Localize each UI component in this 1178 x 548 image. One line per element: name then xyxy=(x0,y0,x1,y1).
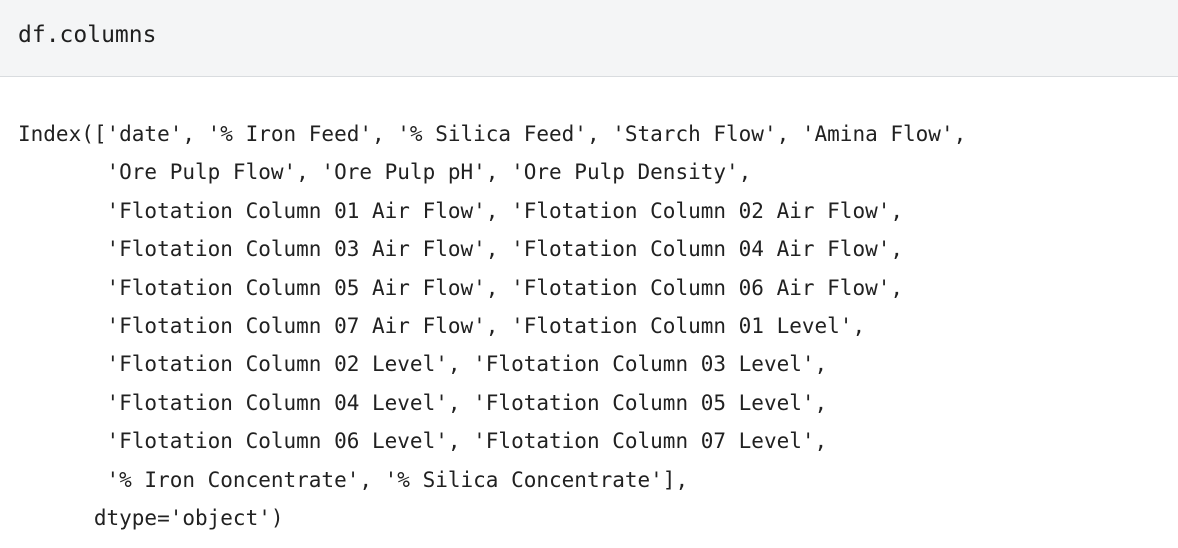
output-line: 'Flotation Column 01 Air Flow', 'Flotati… xyxy=(18,198,904,223)
output-line: Index(['date', '% Iron Feed', '% Silica … xyxy=(18,122,967,146)
output-line: 'Flotation Column 03 Air Flow', 'Flotati… xyxy=(18,237,904,262)
output-line: 'Flotation Column 05 Air Flow', 'Flotati… xyxy=(18,275,904,300)
cell-output-area: Index(['date', '% Iron Feed', '% Silica … xyxy=(0,77,1178,548)
output-line: 'Flotation Column 04 Level', 'Flotation … xyxy=(18,390,828,415)
output-line: 'Flotation Column 07 Air Flow', 'Flotati… xyxy=(18,314,866,339)
output-line: 'Flotation Column 02 Level', 'Flotation … xyxy=(18,352,828,377)
code-input-text[interactable]: df.columns xyxy=(18,20,156,50)
output-line: dtype='object') xyxy=(18,506,284,531)
code-input-cell[interactable]: df.columns xyxy=(0,0,1178,77)
output-line: 'Ore Pulp Flow', 'Ore Pulp pH', 'Ore Pul… xyxy=(18,160,752,185)
output-line: 'Flotation Column 06 Level', 'Flotation … xyxy=(18,429,828,454)
output-line: '% Iron Concentrate', '% Silica Concentr… xyxy=(18,467,689,492)
cell-output-text: Index(['date', '% Iron Feed', '% Silica … xyxy=(18,115,966,537)
